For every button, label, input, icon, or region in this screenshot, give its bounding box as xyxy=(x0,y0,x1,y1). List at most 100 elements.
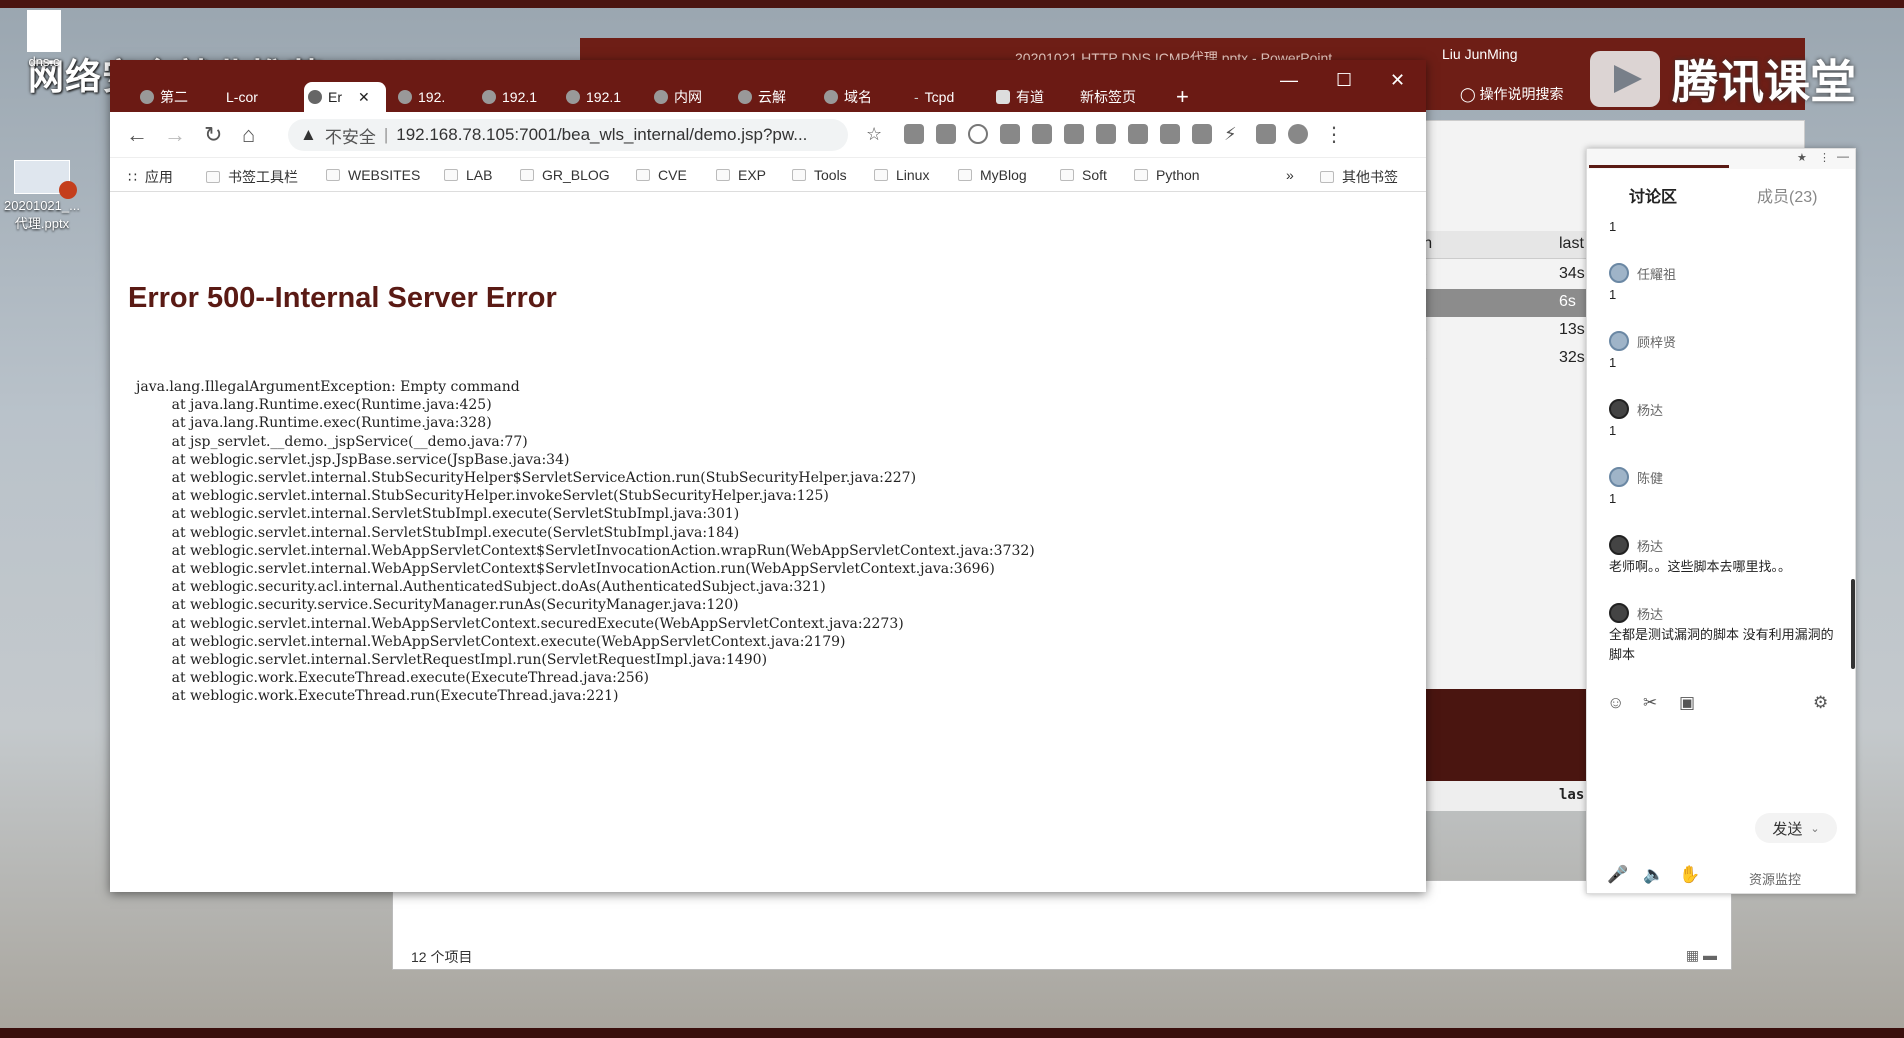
bookmark-label: LAB xyxy=(466,167,493,183)
desktop-file-label: 20201021_...代理.pptx xyxy=(4,198,80,231)
lightning-icon[interactable]: ⚡ xyxy=(1224,124,1244,144)
back-button[interactable]: ← xyxy=(126,122,148,148)
bookmark-folder[interactable]: LAB xyxy=(444,167,492,183)
message-author[interactable]: 顾梓贤 xyxy=(1609,329,1839,353)
filter-icon[interactable] xyxy=(1032,124,1052,144)
security-label[interactable]: 不安全 xyxy=(325,123,376,148)
extension-icon[interactable] xyxy=(1192,124,1212,144)
tab-7[interactable]: 云解 xyxy=(734,82,808,112)
avatar xyxy=(1609,603,1629,623)
address-bar[interactable]: ▲ 不安全 | 192.168.78.105:7001/bea_wls_inte… xyxy=(288,119,848,151)
close-tab-icon[interactable]: ✕ xyxy=(358,89,370,106)
message-author[interactable]: 杨达 xyxy=(1609,533,1839,557)
resource-monitor[interactable]: 资源监控 xyxy=(1749,869,1801,888)
scissors-icon[interactable]: ✂ xyxy=(1643,693,1657,713)
tab-label: 域名 xyxy=(844,89,872,105)
extension-icon[interactable] xyxy=(936,124,956,144)
extension-icon[interactable] xyxy=(904,124,924,144)
speaker-icon[interactable]: 🔈 xyxy=(1643,865,1664,885)
desktop-file-pptx[interactable]: 20201021_...代理.pptx xyxy=(4,160,80,232)
bookmark-folder[interactable]: EXP xyxy=(716,167,766,183)
extension-icon[interactable] xyxy=(968,124,988,144)
maximize-button[interactable]: ☐ xyxy=(1336,70,1352,91)
home-icon[interactable]: ⌂ xyxy=(242,122,255,148)
close-window-button[interactable]: ✕ xyxy=(1390,70,1405,91)
tab-members[interactable]: 成员(23) xyxy=(1757,183,1817,207)
reload-button[interactable]: ↻ xyxy=(204,122,222,148)
message-author[interactable]: 任耀祖 xyxy=(1609,261,1839,285)
column-header-last[interactable]: last xyxy=(1559,235,1584,253)
puzzle-icon[interactable] xyxy=(1256,124,1276,144)
view-toggle-icon[interactable]: ▦ ▬ xyxy=(1686,947,1717,964)
author-name: 任耀祖 xyxy=(1637,266,1677,282)
extension-icon[interactable] xyxy=(1064,124,1084,144)
folder-icon xyxy=(1320,171,1334,183)
bookmarks-overflow-button[interactable]: » xyxy=(1286,167,1294,183)
bookmark-star-icon[interactable]: ☆ xyxy=(866,124,882,145)
new-tab-button[interactable]: + xyxy=(1172,82,1202,112)
tab-active[interactable]: Er ✕ xyxy=(304,82,386,112)
tab-label: L-cor xyxy=(226,89,258,105)
author-name: 杨达 xyxy=(1637,606,1664,622)
more-icon[interactable]: ⋮ xyxy=(1819,151,1830,164)
tab-8[interactable]: 域名 xyxy=(820,82,894,112)
bookmark-apps[interactable]: ∷ 应用 xyxy=(128,167,173,187)
desktop-file-dns[interactable]: dns.c xyxy=(14,10,74,69)
message-author[interactable]: 杨达 xyxy=(1609,397,1839,421)
menu-icon[interactable]: ⋮ xyxy=(1324,122,1344,147)
tab-5[interactable]: 192.1 xyxy=(562,82,636,112)
bookmark-folder[interactable]: Linux xyxy=(874,167,929,183)
tab-1[interactable]: L-cor xyxy=(222,82,302,112)
author-name: 陈健 xyxy=(1637,470,1664,486)
bookmark-folder[interactable]: GR_BLOG xyxy=(520,167,610,183)
bookmark-folder[interactable]: WEBSITES xyxy=(326,167,420,183)
hand-raise-icon[interactable]: ✋ xyxy=(1679,865,1700,885)
chat-scrollbar[interactable] xyxy=(1851,579,1855,669)
powerpoint-search[interactable]: ◯ 操作说明搜索 xyxy=(1460,84,1564,104)
tab-3[interactable]: 192. xyxy=(394,82,468,112)
microphone-icon[interactable]: 🎤 xyxy=(1607,865,1628,885)
image-icon[interactable]: ▣ xyxy=(1679,693,1695,713)
other-bookmarks[interactable]: 其他书签 xyxy=(1320,167,1398,187)
tab-favicon-icon xyxy=(996,90,1010,104)
settings-icon[interactable]: ⚙ xyxy=(1813,693,1828,713)
tab-label: Er xyxy=(328,89,342,105)
bookmark-label: EXP xyxy=(738,167,767,183)
avatar xyxy=(1609,399,1629,419)
folder-icon xyxy=(958,169,972,181)
url-text[interactable]: 192.168.78.105:7001/bea_wls_internal/dem… xyxy=(396,125,807,145)
bookmark-folder[interactable]: Python xyxy=(1134,167,1200,183)
bookmark-folder[interactable]: CVE xyxy=(636,167,687,183)
profile-avatar-icon[interactable] xyxy=(1288,124,1308,144)
forward-button[interactable]: → xyxy=(164,122,186,148)
message-author[interactable]: 陈健 xyxy=(1609,465,1839,489)
chat-footer: 🎤 🔈 ✋ 资源监控 xyxy=(1587,859,1855,893)
minimize-button[interactable]: — xyxy=(1280,70,1298,91)
minimize-icon[interactable]: — xyxy=(1837,149,1849,163)
tab-discussion[interactable]: 讨论区 xyxy=(1588,165,1730,207)
tab-9[interactable]: - Tcpd xyxy=(910,82,984,112)
bookmark-folder[interactable]: Tools xyxy=(792,167,847,183)
bookmark-folder[interactable]: MyBlog xyxy=(958,167,1027,183)
extension-icon[interactable] xyxy=(1160,124,1180,144)
tab-6[interactable]: 内网 xyxy=(650,82,724,112)
extension-icon[interactable] xyxy=(1000,124,1020,144)
message-author[interactable]: 杨达 xyxy=(1609,601,1839,625)
send-button[interactable]: 发送 ⌄ xyxy=(1755,813,1837,843)
tab-11[interactable]: 新标签页 xyxy=(1076,82,1162,112)
chat-toolbar: ☺ ✂ ▣ ⚙ xyxy=(1587,689,1855,719)
pin-icon[interactable]: ★ xyxy=(1797,151,1807,164)
message-text: 1 xyxy=(1609,219,1617,234)
tab-4[interactable]: 192.1 xyxy=(478,82,552,112)
extension-icon[interactable] xyxy=(1128,124,1148,144)
pptx-thumbnail-icon xyxy=(14,160,77,199)
tab-0[interactable]: 第二 xyxy=(136,82,216,112)
tab-10[interactable]: 有道 xyxy=(992,82,1066,112)
bookmark-folder[interactable]: Soft xyxy=(1060,167,1107,183)
bookmark-folder[interactable]: 书签工具栏 xyxy=(206,167,298,187)
message-text: 1 xyxy=(1609,287,1617,302)
emoji-icon[interactable]: ☺ xyxy=(1607,693,1624,713)
avatar xyxy=(1609,263,1629,283)
chevron-down-icon[interactable]: ⌄ xyxy=(1810,822,1819,835)
extension-icon[interactable] xyxy=(1096,124,1116,144)
